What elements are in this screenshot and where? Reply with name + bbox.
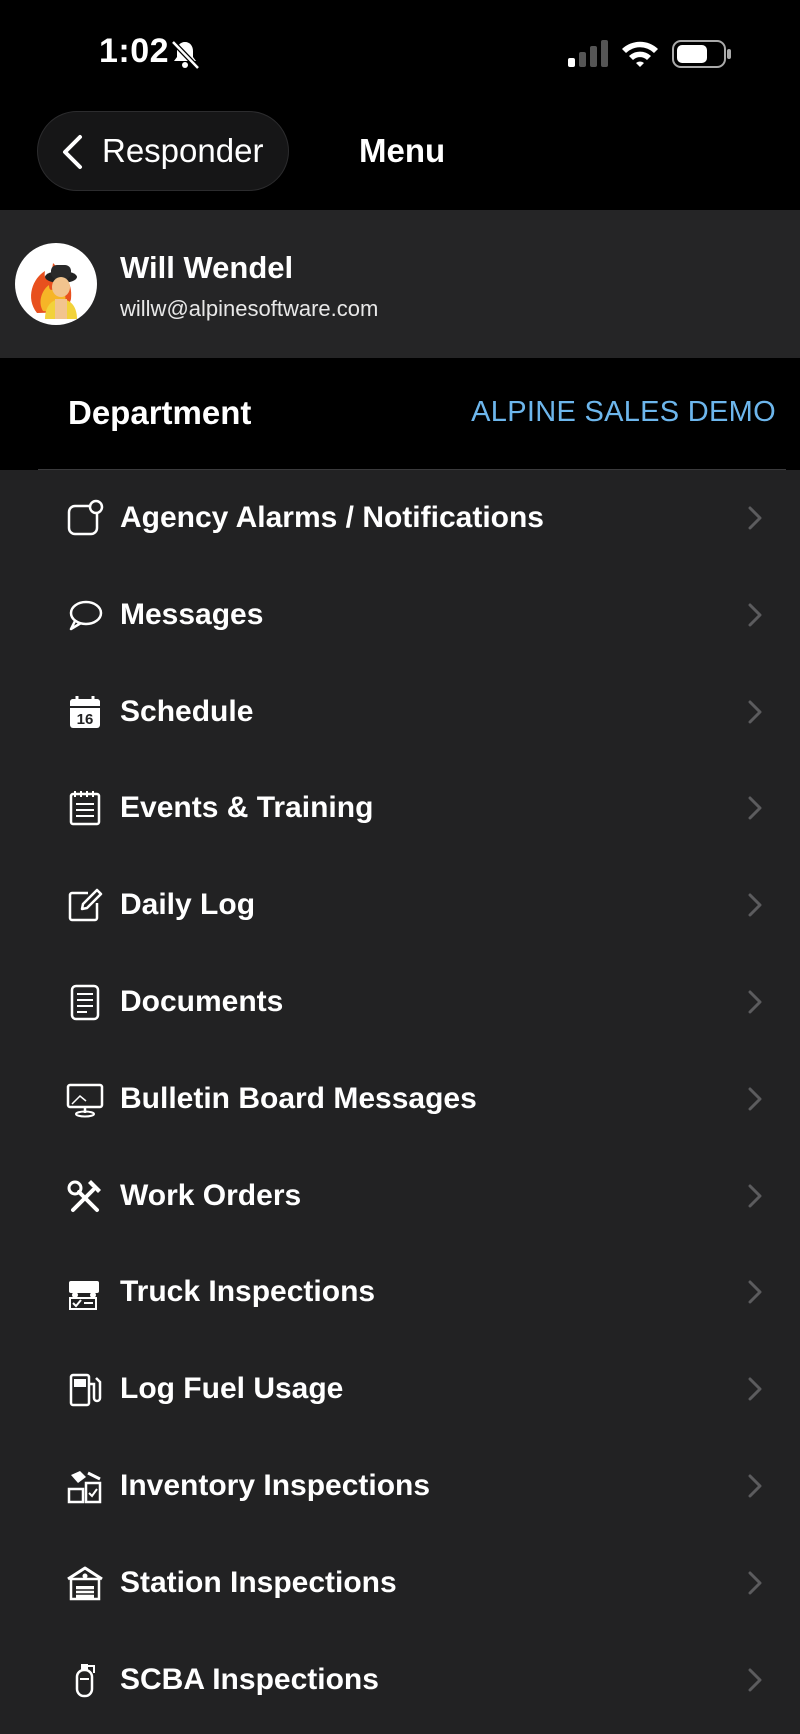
- station-icon: [66, 1564, 104, 1602]
- menu-item-label: Log Fuel Usage: [120, 1372, 344, 1406]
- document-icon: [66, 983, 104, 1021]
- department-label: Department: [68, 394, 252, 431]
- bell-slash-icon: [168, 38, 202, 72]
- chevron-right-icon: [748, 506, 762, 530]
- menu-list: Agency Alarms / Notifications Messages 1…: [0, 470, 800, 1728]
- chevron-right-icon: [748, 1280, 762, 1304]
- avatar: [15, 243, 97, 325]
- chevron-right-icon: [748, 893, 762, 917]
- profile-email: willw@alpinesoftware.com: [120, 296, 379, 321]
- chevron-right-icon: [748, 1377, 762, 1401]
- cellular-signal-icon: [566, 40, 610, 68]
- scba-tank-icon: [66, 1661, 104, 1699]
- chevron-right-icon: [748, 1474, 762, 1498]
- chevron-right-icon: [748, 796, 762, 820]
- inventory-icon: [66, 1467, 104, 1505]
- menu-item-label: Events & Training: [120, 791, 374, 825]
- monitor-icon: [66, 1080, 104, 1118]
- menu-item-label: Schedule: [120, 694, 254, 728]
- chevron-left-icon: [60, 134, 86, 170]
- menu-item-truck-inspections[interactable]: Truck Inspections: [0, 1244, 800, 1341]
- user-profile[interactable]: Will Wendel willw@alpinesoftware.com: [0, 210, 800, 358]
- svg-text:16: 16: [77, 711, 94, 728]
- menu-item-documents[interactable]: Documents: [0, 954, 800, 1051]
- profile-name: Will Wendel: [120, 250, 294, 285]
- menu-item-label: SCBA Inspections: [120, 1662, 379, 1696]
- menu-item-label: Agency Alarms / Notifications: [120, 501, 544, 534]
- menu-item-label: Messages: [120, 597, 264, 631]
- menu-item-log-fuel-usage[interactable]: Log Fuel Usage: [0, 1341, 800, 1438]
- navigation-bar: Responder Menu: [0, 108, 800, 210]
- department-row: Department ALPINE SALES DEMO: [0, 358, 800, 470]
- menu-item-label: Inventory Inspections: [120, 1468, 431, 1502]
- status-bar: 1:02: [0, 0, 800, 108]
- menu-item-inventory-inspections[interactable]: Inventory Inspections: [0, 1438, 800, 1535]
- firefighter-avatar-icon: [31, 263, 77, 319]
- menu-item-station-inspections[interactable]: Station Inspections: [0, 1535, 800, 1632]
- chat-bubble-icon: [66, 596, 104, 634]
- menu-item-work-orders[interactable]: Work Orders: [0, 1148, 800, 1245]
- back-button-label: Responder: [102, 132, 264, 169]
- chevron-right-icon: [748, 1087, 762, 1111]
- battery-icon: [672, 40, 732, 68]
- menu-item-schedule[interactable]: 16 Schedule: [0, 664, 800, 761]
- chevron-right-icon: [748, 1668, 762, 1692]
- notification-icon: [66, 499, 104, 537]
- menu-item-label: Station Inspections: [120, 1565, 397, 1599]
- menu-item-label: Documents: [120, 984, 284, 1018]
- edit-icon: [66, 886, 104, 924]
- menu-item-daily-log[interactable]: Daily Log: [0, 857, 800, 954]
- page-title: Menu: [359, 132, 446, 169]
- chevron-right-icon: [748, 1571, 762, 1595]
- menu-item-agency-alarms[interactable]: Agency Alarms / Notifications: [0, 470, 800, 567]
- wifi-icon: [620, 38, 660, 68]
- back-button[interactable]: Responder: [37, 111, 289, 191]
- chevron-right-icon: [748, 990, 762, 1014]
- tools-icon: [66, 1177, 104, 1215]
- chevron-right-icon: [748, 603, 762, 627]
- menu-item-messages[interactable]: Messages: [0, 567, 800, 664]
- status-time: 1:02: [99, 32, 170, 70]
- chevron-right-icon: [748, 1184, 762, 1208]
- menu-item-bulletin-board[interactable]: Bulletin Board Messages: [0, 1051, 800, 1148]
- calendar-icon: 16: [66, 693, 104, 731]
- menu-item-label: Bulletin Board Messages: [120, 1081, 477, 1115]
- menu-item-label: Truck Inspections: [120, 1275, 376, 1309]
- menu-item-label: Work Orders: [120, 1178, 302, 1212]
- menu-item-scba-inspections[interactable]: SCBA Inspections: [0, 1632, 800, 1729]
- chevron-right-icon: [748, 700, 762, 724]
- fuel-pump-icon: [66, 1370, 104, 1408]
- notepad-icon: [66, 789, 104, 827]
- menu-item-events-training[interactable]: Events & Training: [0, 760, 800, 857]
- truck-inspection-icon: [66, 1273, 104, 1311]
- department-selector[interactable]: ALPINE SALES DEMO: [471, 396, 776, 429]
- menu-item-label: Daily Log: [120, 888, 256, 922]
